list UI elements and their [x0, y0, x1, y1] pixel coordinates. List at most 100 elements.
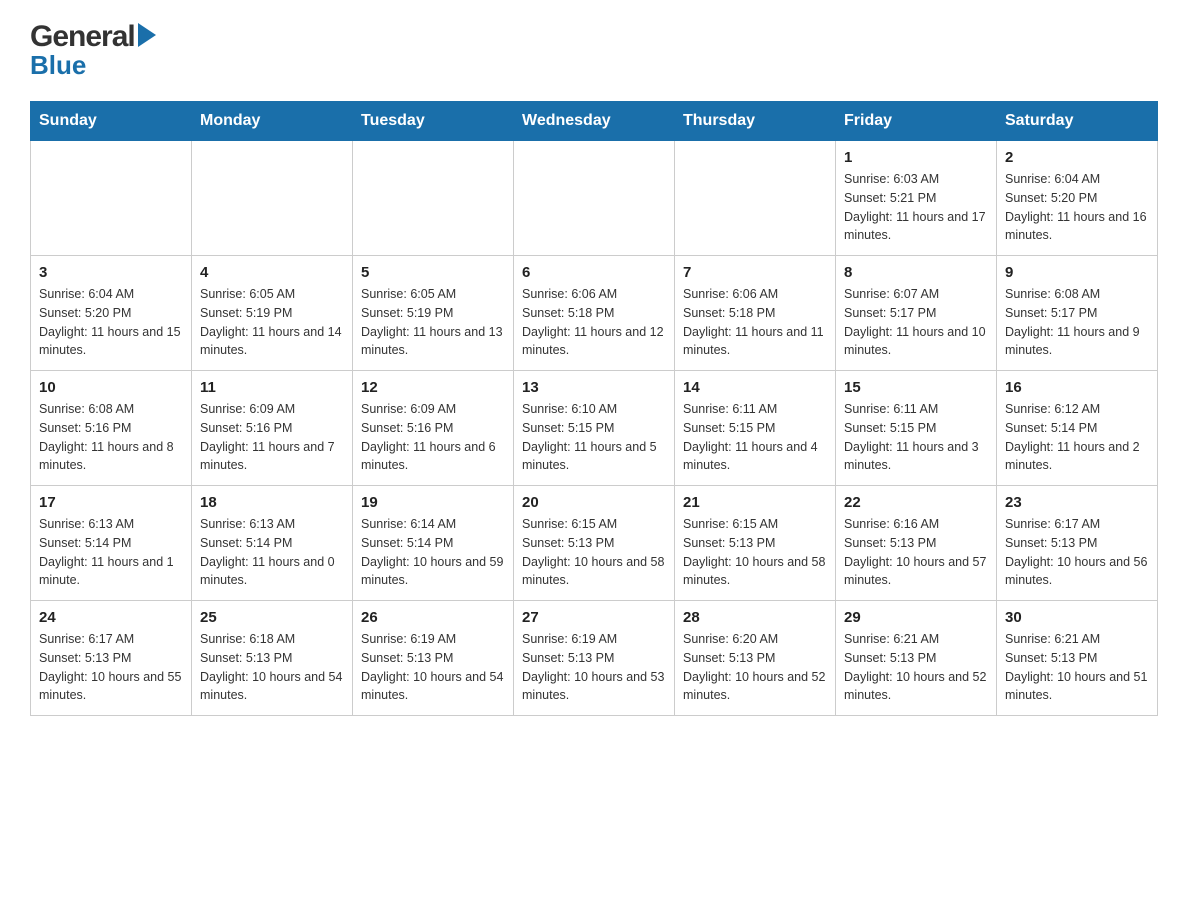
week-row-4: 17 Sunrise: 6:13 AMSunset: 5:14 PMDayligh…	[31, 486, 1158, 601]
page-header: General Blue	[30, 20, 1158, 81]
day-sun-info: Sunrise: 6:12 AMSunset: 5:14 PMDaylight:…	[1005, 400, 1149, 475]
calendar-cell	[31, 141, 192, 256]
calendar-cell: 2Sunrise: 6:04 AMSunset: 5:20 PMDaylight…	[997, 141, 1158, 256]
day-sun-info: Sunrise: 6:14 AMSunset: 5:14 PMDaylight:…	[361, 515, 505, 590]
day-number: 11	[200, 379, 344, 396]
day-number: 4	[200, 264, 344, 281]
week-row-3: 10 Sunrise: 6:08 AMSunset: 5:16 PMDayligh…	[31, 371, 1158, 486]
day-number: 28	[683, 609, 827, 626]
day-header-thursday: Thursday	[675, 102, 836, 141]
day-sun-info: Sunrise: 6:06 AMSunset: 5:18 PMDaylight:…	[522, 285, 666, 360]
day-number: 17	[39, 494, 183, 511]
day-number: 19	[361, 494, 505, 511]
day-sun-info: Sunrise: 6:16 AMSunset: 5:13 PMDaylight:…	[844, 515, 988, 590]
day-sun-info: Sunrise: 6:08 AMSunset: 5:16 PMDaylight:…	[39, 400, 183, 475]
day-number: 23	[1005, 494, 1149, 511]
day-sun-info: Sunrise: 6:04 AMSunset: 5:20 PMDaylight:…	[39, 285, 183, 360]
day-number: 2	[1005, 149, 1149, 166]
week-row-5: 24 Sunrise: 6:17 AMSunset: 5:13 PMDayligh…	[31, 601, 1158, 716]
day-sun-info: Sunrise: 6:18 AMSunset: 5:13 PMDaylight:…	[200, 630, 344, 705]
day-number: 21	[683, 494, 827, 511]
calendar-cell: 25 Sunrise: 6:18 AMSunset: 5:13 PMDayligh…	[192, 601, 353, 716]
calendar-cell: 29 Sunrise: 6:21 AMSunset: 5:13 PMDayligh…	[836, 601, 997, 716]
day-sun-info: Sunrise: 6:06 AMSunset: 5:18 PMDaylight:…	[683, 285, 827, 360]
calendar-cell: 12 Sunrise: 6:09 AMSunset: 5:16 PMDayligh…	[353, 371, 514, 486]
day-sun-info: Sunrise: 6:05 AMSunset: 5:19 PMDaylight:…	[200, 285, 344, 360]
day-number: 15	[844, 379, 988, 396]
day-sun-info: Sunrise: 6:13 AMSunset: 5:14 PMDaylight:…	[200, 515, 344, 590]
calendar-cell: 22Sunrise: 6:16 AMSunset: 5:13 PMDayligh…	[836, 486, 997, 601]
day-header-wednesday: Wednesday	[514, 102, 675, 141]
day-number: 14	[683, 379, 827, 396]
calendar-cell: 1 Sunrise: 6:03 AMSunset: 5:21 PMDaylight…	[836, 141, 997, 256]
calendar-cell: 8 Sunrise: 6:07 AMSunset: 5:17 PMDaylight…	[836, 256, 997, 371]
calendar-cell: 9 Sunrise: 6:08 AMSunset: 5:17 PMDaylight…	[997, 256, 1158, 371]
day-number: 7	[683, 264, 827, 281]
calendar-table: SundayMondayTuesdayWednesdayThursdayFrid…	[30, 101, 1158, 716]
calendar-cell: 30Sunrise: 6:21 AMSunset: 5:13 PMDayligh…	[997, 601, 1158, 716]
day-number: 13	[522, 379, 666, 396]
calendar-cell: 17 Sunrise: 6:13 AMSunset: 5:14 PMDayligh…	[31, 486, 192, 601]
day-sun-info: Sunrise: 6:05 AMSunset: 5:19 PMDaylight:…	[361, 285, 505, 360]
calendar-cell: 5 Sunrise: 6:05 AMSunset: 5:19 PMDaylight…	[353, 256, 514, 371]
day-number: 1	[844, 149, 988, 166]
calendar-cell: 15 Sunrise: 6:11 AMSunset: 5:15 PMDayligh…	[836, 371, 997, 486]
week-row-2: 3 Sunrise: 6:04 AMSunset: 5:20 PMDaylight…	[31, 256, 1158, 371]
day-number: 6	[522, 264, 666, 281]
day-number: 20	[522, 494, 666, 511]
day-header-friday: Friday	[836, 102, 997, 141]
calendar-cell: 4 Sunrise: 6:05 AMSunset: 5:19 PMDaylight…	[192, 256, 353, 371]
day-number: 26	[361, 609, 505, 626]
calendar-cell: 13 Sunrise: 6:10 AMSunset: 5:15 PMDayligh…	[514, 371, 675, 486]
logo-blue-text: Blue	[30, 50, 86, 81]
day-sun-info: Sunrise: 6:15 AMSunset: 5:13 PMDaylight:…	[522, 515, 666, 590]
day-sun-info: Sunrise: 6:19 AMSunset: 5:13 PMDaylight:…	[361, 630, 505, 705]
day-number: 3	[39, 264, 183, 281]
logo-general-text: General	[30, 20, 135, 54]
day-sun-info: Sunrise: 6:21 AMSunset: 5:13 PMDaylight:…	[844, 630, 988, 705]
day-number: 25	[200, 609, 344, 626]
calendar-cell	[353, 141, 514, 256]
calendar-cell	[675, 141, 836, 256]
day-sun-info: Sunrise: 6:13 AMSunset: 5:14 PMDaylight:…	[39, 515, 183, 590]
day-sun-info: Sunrise: 6:09 AMSunset: 5:16 PMDaylight:…	[200, 400, 344, 475]
day-header-monday: Monday	[192, 102, 353, 141]
day-sun-info: Sunrise: 6:03 AMSunset: 5:21 PMDaylight:…	[844, 170, 988, 245]
day-sun-info: Sunrise: 6:17 AMSunset: 5:13 PMDaylight:…	[1005, 515, 1149, 590]
day-sun-info: Sunrise: 6:19 AMSunset: 5:13 PMDaylight:…	[522, 630, 666, 705]
week-row-1: 1 Sunrise: 6:03 AMSunset: 5:21 PMDaylight…	[31, 141, 1158, 256]
day-number: 5	[361, 264, 505, 281]
day-number: 12	[361, 379, 505, 396]
day-number: 16	[1005, 379, 1149, 396]
calendar-cell: 19 Sunrise: 6:14 AMSunset: 5:14 PMDayligh…	[353, 486, 514, 601]
calendar-cell: 11 Sunrise: 6:09 AMSunset: 5:16 PMDayligh…	[192, 371, 353, 486]
day-number: 10	[39, 379, 183, 396]
calendar-cell: 23 Sunrise: 6:17 AMSunset: 5:13 PMDayligh…	[997, 486, 1158, 601]
calendar-cell	[514, 141, 675, 256]
day-header-tuesday: Tuesday	[353, 102, 514, 141]
calendar-cell: 14Sunrise: 6:11 AMSunset: 5:15 PMDayligh…	[675, 371, 836, 486]
day-number: 9	[1005, 264, 1149, 281]
day-number: 29	[844, 609, 988, 626]
day-number: 24	[39, 609, 183, 626]
day-sun-info: Sunrise: 6:11 AMSunset: 5:15 PMDaylight:…	[844, 400, 988, 475]
calendar-cell: 18Sunrise: 6:13 AMSunset: 5:14 PMDayligh…	[192, 486, 353, 601]
calendar-cell: 7 Sunrise: 6:06 AMSunset: 5:18 PMDaylight…	[675, 256, 836, 371]
calendar-cell: 3 Sunrise: 6:04 AMSunset: 5:20 PMDaylight…	[31, 256, 192, 371]
day-number: 30	[1005, 609, 1149, 626]
day-sun-info: Sunrise: 6:17 AMSunset: 5:13 PMDaylight:…	[39, 630, 183, 705]
calendar-header-row: SundayMondayTuesdayWednesdayThursdayFrid…	[31, 102, 1158, 141]
calendar-cell: 28 Sunrise: 6:20 AMSunset: 5:13 PMDayligh…	[675, 601, 836, 716]
day-sun-info: Sunrise: 6:15 AMSunset: 5:13 PMDaylight:…	[683, 515, 827, 590]
logo: General Blue	[30, 20, 156, 81]
day-sun-info: Sunrise: 6:20 AMSunset: 5:13 PMDaylight:…	[683, 630, 827, 705]
day-sun-info: Sunrise: 6:07 AMSunset: 5:17 PMDaylight:…	[844, 285, 988, 360]
day-number: 27	[522, 609, 666, 626]
calendar-cell: 6 Sunrise: 6:06 AMSunset: 5:18 PMDaylight…	[514, 256, 675, 371]
day-sun-info: Sunrise: 6:10 AMSunset: 5:15 PMDaylight:…	[522, 400, 666, 475]
day-sun-info: Sunrise: 6:08 AMSunset: 5:17 PMDaylight:…	[1005, 285, 1149, 360]
calendar-cell: 10 Sunrise: 6:08 AMSunset: 5:16 PMDayligh…	[31, 371, 192, 486]
day-number: 8	[844, 264, 988, 281]
day-sun-info: Sunrise: 6:09 AMSunset: 5:16 PMDaylight:…	[361, 400, 505, 475]
day-header-sunday: Sunday	[31, 102, 192, 141]
